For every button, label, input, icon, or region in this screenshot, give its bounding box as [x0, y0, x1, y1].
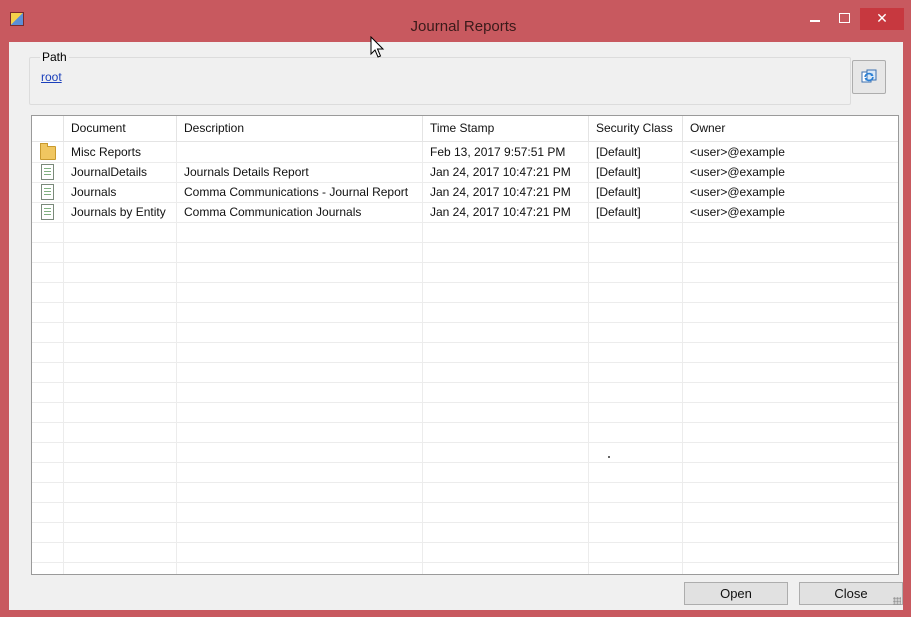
document-icon — [41, 184, 54, 200]
cell-time-stamp: Jan 24, 2017 10:47:21 PM — [430, 205, 571, 219]
cell-security-class: [Default] — [596, 205, 641, 219]
empty-row — [32, 442, 898, 463]
journal-reports-window: Journal Reports ✕ Path root Document Des… — [0, 0, 911, 617]
cell-owner: <user>@example — [690, 145, 785, 159]
empty-row — [32, 522, 898, 543]
mouse-cursor-icon — [370, 36, 385, 58]
empty-row — [32, 462, 898, 483]
cell-security-class: [Default] — [596, 185, 641, 199]
header-security-class[interactable]: Security Class — [589, 116, 683, 141]
stray-pixel — [608, 456, 610, 458]
empty-row — [32, 562, 898, 574]
cell-owner: <user>@example — [690, 205, 785, 219]
empty-row — [32, 222, 898, 243]
folder-icon — [40, 143, 56, 160]
table-row-misc-reports[interactable]: Misc Reports Feb 13, 2017 9:57:51 PM [De… — [32, 142, 898, 163]
cell-owner: <user>@example — [690, 185, 785, 199]
cell-document: Journals by Entity — [71, 205, 166, 219]
cell-security-class: [Default] — [596, 165, 641, 179]
window-title: Journal Reports — [0, 18, 911, 35]
refresh-button[interactable] — [852, 60, 886, 94]
cell-document: JournalDetails — [71, 165, 148, 179]
path-label: Path — [40, 50, 69, 64]
minimize-icon[interactable] — [800, 8, 830, 30]
empty-row — [32, 542, 898, 563]
table-row-journaldetails[interactable]: JournalDetails Journals Details Report J… — [32, 162, 898, 183]
empty-row — [32, 422, 898, 443]
empty-row — [32, 502, 898, 523]
cell-description: Comma Communications - Journal Report — [184, 185, 409, 199]
title-bar[interactable]: Journal Reports ✕ — [0, 0, 911, 42]
cell-security-class: [Default] — [596, 145, 641, 159]
empty-row — [32, 242, 898, 263]
close-icon[interactable]: ✕ — [860, 8, 904, 30]
cell-time-stamp: Jan 24, 2017 10:47:21 PM — [430, 165, 571, 179]
header-owner[interactable]: Owner — [683, 116, 898, 141]
table-row-journals-by-entity[interactable]: Journals by Entity Comma Communication J… — [32, 202, 898, 223]
header-time-stamp[interactable]: Time Stamp — [423, 116, 589, 141]
table-header: Document Description Time Stamp Security… — [32, 116, 898, 142]
cell-owner: <user>@example — [690, 165, 785, 179]
empty-row — [32, 302, 898, 323]
refresh-icon — [861, 69, 877, 83]
empty-row — [32, 402, 898, 423]
cell-time-stamp: Jan 24, 2017 10:47:21 PM — [430, 185, 571, 199]
table-row-journals[interactable]: Journals Comma Communications - Journal … — [32, 182, 898, 203]
empty-row — [32, 382, 898, 403]
cell-document: Journals — [71, 185, 117, 199]
dialog-client-area: Path root Document Description Time Stam… — [9, 42, 903, 610]
cell-time-stamp: Feb 13, 2017 9:57:51 PM — [430, 145, 566, 159]
path-group: Path root — [29, 50, 851, 105]
document-icon — [41, 204, 54, 220]
documents-table[interactable]: Document Description Time Stamp Security… — [31, 115, 899, 575]
window-title-text: Journal Reports — [410, 18, 517, 35]
header-document[interactable]: Document — [64, 116, 177, 141]
header-description[interactable]: Description — [177, 116, 423, 141]
open-button[interactable]: Open — [684, 582, 788, 605]
empty-row — [32, 362, 898, 383]
maximize-icon[interactable] — [830, 8, 860, 30]
cell-description: Comma Communication Journals — [184, 205, 362, 219]
close-button[interactable]: Close — [799, 582, 903, 605]
header-icon-column — [32, 116, 64, 141]
empty-row — [32, 482, 898, 503]
cell-document: Misc Reports — [71, 145, 142, 159]
empty-row — [32, 342, 898, 363]
path-root-link[interactable]: root — [41, 70, 62, 84]
empty-row — [32, 282, 898, 303]
empty-row — [32, 322, 898, 343]
cell-description: Journals Details Report — [184, 165, 309, 179]
resize-grip-icon[interactable] — [893, 597, 901, 605]
empty-row — [32, 262, 898, 283]
document-icon — [41, 164, 54, 180]
cell-description — [177, 142, 423, 162]
